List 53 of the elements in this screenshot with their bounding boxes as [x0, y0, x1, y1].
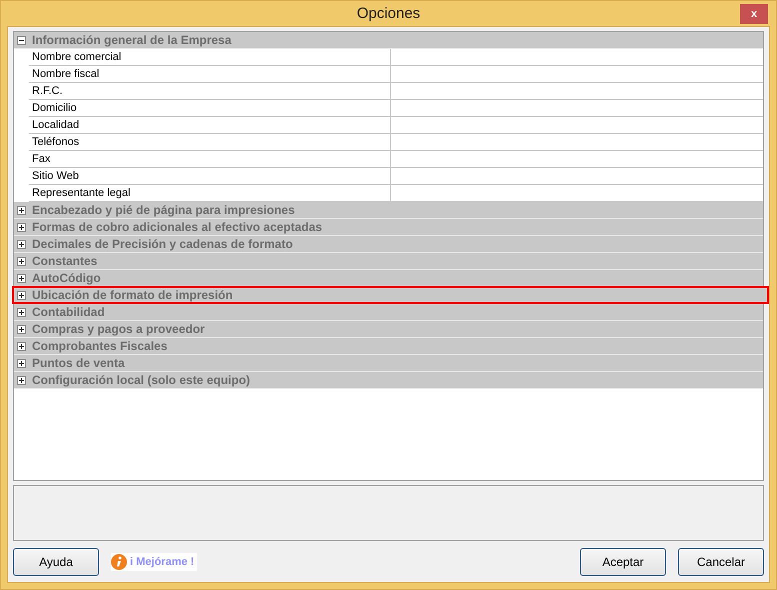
category-row[interactable]: Decimales de Precisión y cadenas de formato: [14, 236, 763, 253]
property-name: Nombre comercial: [29, 49, 391, 65]
category-label: Constantes: [32, 254, 98, 268]
property-name: Representante legal: [29, 185, 391, 201]
property-name: Teléfonos: [29, 134, 391, 150]
property-name: Nombre fiscal: [29, 66, 391, 82]
category-row[interactable]: Formas de cobro adicionales al efectivo aceptadas: [14, 219, 763, 236]
property-name: Fax: [29, 151, 391, 167]
expander-icon[interactable]: [17, 342, 26, 350]
improve-link[interactable]: i Mejórame !: [111, 553, 198, 571]
category-row[interactable]: Ubicación de formato de impresión: [14, 287, 769, 304]
category-label: Configuración local (solo este equipo): [32, 373, 250, 387]
category-label: Ubicación de formato de impresión: [32, 288, 233, 302]
category-label: Formas de cobro adicionales al efectivo aceptadas: [32, 220, 322, 234]
expander-icon[interactable]: [17, 290, 26, 300]
property-name: Sitio Web: [29, 168, 391, 184]
category-label: Información general de la Empresa: [32, 33, 232, 47]
category-row[interactable]: Información general de la Empresa: [14, 32, 763, 49]
category-row[interactable]: AutoCódigo: [14, 270, 763, 287]
category-label: AutoCódigo: [32, 271, 101, 285]
help-button[interactable]: Ayuda: [13, 548, 99, 576]
window-title: Opciones: [356, 5, 420, 22]
close-button[interactable]: x: [740, 4, 768, 24]
expander-icon[interactable]: [17, 36, 26, 44]
category-row[interactable]: Puntos de venta: [14, 355, 763, 372]
category-row[interactable]: Configuración local (solo este equipo): [14, 372, 763, 389]
category-row[interactable]: Encabezado y pié de página para impresiones: [14, 202, 763, 219]
expander-icon[interactable]: [17, 206, 26, 214]
expander-icon[interactable]: [17, 256, 26, 266]
expander-icon[interactable]: [17, 240, 26, 248]
expander-icon[interactable]: [17, 222, 26, 232]
expander-icon[interactable]: [17, 358, 26, 368]
expander-icon[interactable]: [17, 324, 26, 334]
category-label: Compras y pagos a proveedor: [32, 322, 205, 336]
info-icon: [111, 554, 127, 570]
category-label: Decimales de Precisión y cadenas de formato: [32, 237, 293, 251]
expander-icon[interactable]: [17, 308, 26, 316]
accept-button[interactable]: Aceptar: [580, 548, 666, 576]
property-name: Domicilio: [29, 100, 391, 116]
category-label: Comprobantes Fiscales: [32, 339, 168, 353]
category-label: Puntos de venta: [32, 356, 125, 370]
improve-label[interactable]: i Mejórame !: [130, 556, 194, 568]
expander-icon[interactable]: [17, 376, 26, 384]
category-row[interactable]: Contabilidad: [14, 304, 763, 321]
category-row[interactable]: Comprobantes Fiscales: [14, 338, 763, 355]
category-label: Encabezado y pié de página para impresiones: [32, 203, 295, 217]
category-label: Contabilidad: [32, 305, 105, 319]
category-row[interactable]: Constantes: [14, 253, 763, 270]
expander-icon[interactable]: [17, 274, 26, 282]
property-name: Localidad: [29, 117, 391, 133]
cancel-button[interactable]: Cancelar: [678, 548, 764, 576]
property-name: R.F.C.: [29, 83, 391, 99]
category-row[interactable]: Compras y pagos a proveedor: [14, 321, 763, 338]
